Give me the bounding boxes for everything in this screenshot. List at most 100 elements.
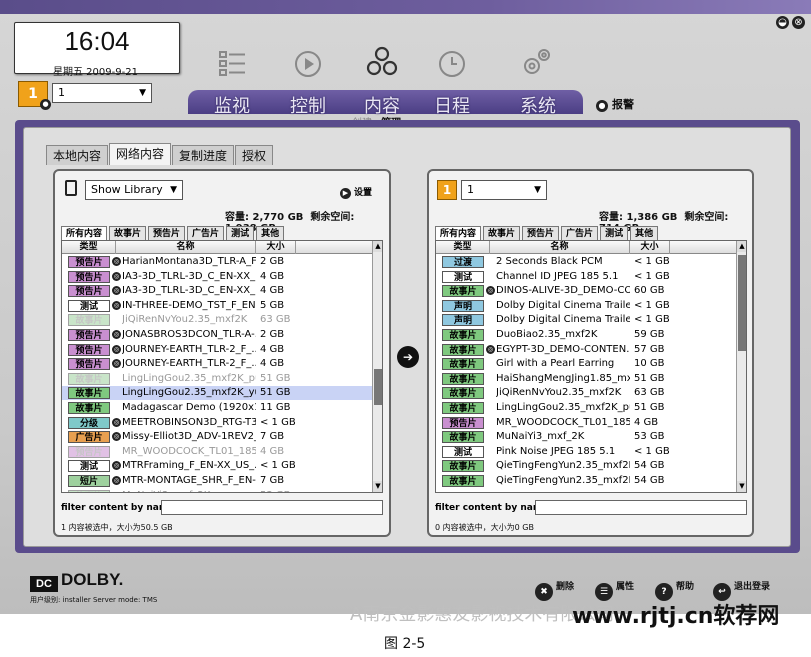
nav-tab-schedule[interactable]: 日程 xyxy=(434,92,470,118)
window-controls: ◒ ⊗ xyxy=(776,16,805,29)
col-type[interactable]: 类型 xyxy=(436,241,490,254)
nav-tab-control[interactable]: 控制 xyxy=(290,92,326,118)
theatre-number-badge[interactable]: 1 ● xyxy=(18,81,51,110)
list-item[interactable]: 过渡 2 Seconds Black PCM < 1 GB xyxy=(436,255,736,269)
scroll-down-icon[interactable]: ▼ xyxy=(737,481,746,492)
left-content-list[interactable]: 类型 名称 大小 ▲ ▼ 预告片 ◎ HarianMontana3D_TLR-A_F… xyxy=(61,240,383,493)
tab-license[interactable]: 授权 xyxy=(235,145,274,165)
list-item[interactable]: 测试 ◎ MTRFraming_F_EN-XX_US_... < 1 GB xyxy=(62,459,372,473)
left-subtab-trailer[interactable]: 预告片 xyxy=(148,226,186,240)
right-subtab-all[interactable]: 所有内容 xyxy=(435,226,482,240)
list-item[interactable]: 预告片 MR_WOODCOCK_TL01_185... 4 GB xyxy=(62,445,372,459)
list-item[interactable]: 故事片 DuoBiao2.35_mxf2K 59 GB xyxy=(436,328,736,342)
right-theatre-panel: 1 1 ▼ 容量: 1,386 GB 剩余空间: 714 GB 所有内容 故事片… xyxy=(427,169,754,537)
list-item[interactable]: 故事片 Madagascar Demo (1920x10... 11 GB xyxy=(62,401,372,415)
library-select[interactable]: Show Library ▼ xyxy=(85,180,183,200)
copy-arrow-button[interactable]: ➔ xyxy=(397,346,419,368)
help-label: 帮助 xyxy=(676,582,695,592)
col-type[interactable]: 类型 xyxy=(62,241,116,254)
list-item[interactable]: 广告片 ◎ Missy-Elliot3D_ADV-1REV2_... 7 GB xyxy=(62,430,372,444)
list-item[interactable]: 故事片 LingLingGou2.35_mxf2K_put... 51 GB xyxy=(62,372,372,386)
left-filter-input[interactable] xyxy=(161,500,383,515)
tab-network-content[interactable]: 网络内容 xyxy=(109,143,172,165)
list-item[interactable]: 故事片 QieTingFengYun2.35_mxf2K... 54 GB xyxy=(436,459,736,473)
scroll-down-icon[interactable]: ▼ xyxy=(373,481,382,492)
delete-button[interactable]: ✖ 删除 xyxy=(535,579,574,601)
scroll-up-icon[interactable]: ▲ xyxy=(373,241,382,252)
close-icon[interactable]: ⊗ xyxy=(792,16,805,29)
scroll-up-icon[interactable]: ▲ xyxy=(737,241,746,252)
nav-tab-monitor[interactable]: 监视 xyxy=(214,92,250,118)
list-item[interactable]: 故事片 MuNaiYi3_mxf_2K 53 GB xyxy=(436,430,736,444)
tab-local-content[interactable]: 本地内容 xyxy=(46,145,109,165)
content-reels-icon[interactable] xyxy=(364,44,400,80)
right-filter-input[interactable] xyxy=(535,500,747,515)
theatre-select[interactable]: 1 ▼ xyxy=(52,83,152,103)
list-item[interactable]: 预告片 MR_WOODCOCK_TL01_185... 4 GB xyxy=(436,416,736,430)
right-subtab-test[interactable]: 测试 xyxy=(600,226,629,240)
content-size: 2 GB xyxy=(260,256,285,267)
list-item[interactable]: 故事片 ◎ EGYPT-3D_DEMO-CONTEN... 57 GB xyxy=(436,343,736,357)
list-item[interactable]: 声明 Dolby Digital Cinema Trailer ... < 1 GB xyxy=(436,299,736,313)
list-item[interactable]: 短片 ◎ MTR-MONTAGE_SHR_F_EN-... 7 GB xyxy=(62,474,372,488)
left-subtab-all[interactable]: 所有内容 xyxy=(61,226,108,240)
right-subtab-trailer[interactable]: 预告片 xyxy=(522,226,560,240)
list-item[interactable]: 预告片 ◎ JONASBROS3DCON_TLR-A-... 2 GB xyxy=(62,328,372,342)
content-type-badge: 分级 xyxy=(68,416,110,429)
right-content-list[interactable]: 类型 名称 大小 ▲ ▼ 过渡 2 Seconds Black PCM < 1 GB… xyxy=(435,240,747,493)
list-item[interactable]: 故事片 LingLingGou2.35_mxf2K_put... 51 GB xyxy=(436,401,736,415)
right-theatre-badge[interactable]: 1 xyxy=(437,180,457,200)
col-name[interactable]: 名称 xyxy=(490,241,630,254)
theatre-number: 1 xyxy=(28,86,38,102)
list-item[interactable]: 故事片 Girl with a Pearl Earring 10 GB xyxy=(436,357,736,371)
content-name: JOURNEY-EARTH_TLR-2_F_... xyxy=(122,358,256,370)
left-subtab-other[interactable]: 其他 xyxy=(256,226,285,240)
alarm-button[interactable]: ● 报警 xyxy=(596,96,634,112)
right-subtab-feature[interactable]: 故事片 xyxy=(483,226,521,240)
system-gears-icon[interactable] xyxy=(518,44,554,80)
content-size: < 1 GB xyxy=(634,270,670,282)
tab-copy-progress[interactable]: 复制进度 xyxy=(172,145,235,165)
right-scroll-thumb[interactable] xyxy=(738,255,746,351)
right-theatre-select[interactable]: 1 ▼ xyxy=(461,180,547,200)
list-item[interactable]: 测试 Pink Noise JPEG 185 5.1 < 1 GB xyxy=(436,445,736,459)
content-size: 53 GB xyxy=(260,489,291,492)
content-type-badge: 预告片 xyxy=(68,343,110,356)
list-item[interactable]: 故事片 ◎ DINOS-ALIVE-3D_DEMO-CO... 60 GB xyxy=(436,284,736,298)
content-size: 59 GB xyxy=(634,329,665,340)
nav-tab-system[interactable]: 系统 xyxy=(520,92,556,118)
content-name: MR_WOODCOCK_TL01_185... xyxy=(496,416,630,428)
list-item[interactable]: 预告片 ◎ IA3-3D_TLRL-3D_C_EN-XX_... 4 GB xyxy=(62,284,372,298)
col-size[interactable]: 大小 xyxy=(630,241,670,254)
left-subtab-ad[interactable]: 广告片 xyxy=(187,226,225,240)
left-subtab-feature[interactable]: 故事片 xyxy=(109,226,147,240)
theatre-select-value: 1 xyxy=(58,86,65,99)
list-item[interactable]: 故事片 HaiShangMengJing1.85_mxf... 51 GB xyxy=(436,372,736,386)
left-scrollbar[interactable]: ▲ ▼ xyxy=(372,241,382,492)
col-name[interactable]: 名称 xyxy=(116,241,256,254)
col-size[interactable]: 大小 xyxy=(256,241,296,254)
list-item[interactable]: 预告片 ◎ JOURNEY-EARTH_TLR-2_F_... 4 GB xyxy=(62,343,372,357)
list-item[interactable]: 测试 Channel ID JPEG 185 5.1 < 1 GB xyxy=(436,270,736,284)
right-scrollbar[interactable]: ▲ ▼ xyxy=(736,241,746,492)
list-item[interactable]: 故事片 QieTingFengYun2.35_mxf2K... 54 GB xyxy=(436,474,736,488)
play-control-icon[interactable] xyxy=(290,46,326,82)
left-scroll-thumb[interactable] xyxy=(374,369,382,405)
list-item[interactable]: 声明 Dolby Digital Cinema Trailer ... < 1 GB xyxy=(436,313,736,327)
list-item[interactable]: 预告片 ◎ JOURNEY-EARTH_TLR-2_F_... 4 GB xyxy=(62,357,372,371)
right-subtab-ad[interactable]: 广告片 xyxy=(561,226,599,240)
monitor-list-icon[interactable] xyxy=(214,46,250,82)
list-item[interactable]: 故事片 JiQiRenNvYou2.35_mxf2K 63 GB xyxy=(62,313,372,327)
list-item[interactable]: 故事片 JiQiRenNvYou2.35_mxf2K 63 GB xyxy=(436,386,736,400)
left-subtab-test[interactable]: 测试 xyxy=(226,226,255,240)
right-subtab-other[interactable]: 其他 xyxy=(630,226,659,240)
minimize-icon[interactable]: ◒ xyxy=(776,16,789,29)
settings-button[interactable]: ▶ 设置 xyxy=(340,185,372,199)
list-item[interactable]: 预告片 ◎ HarianMontana3D_TLR-A_F... 2 GB xyxy=(62,255,372,269)
list-item[interactable]: 测试 ◎ IN-THREE-DEMO_TST_F_EN... 5 GB xyxy=(62,299,372,313)
list-item[interactable]: 故事片 LingLingGou2.35_mxf2K_yue... 51 GB xyxy=(62,386,372,401)
list-item[interactable]: 预告片 ◎ IA3-3D_TLRL-3D_C_EN-XX_... 4 GB xyxy=(62,270,372,284)
list-item[interactable]: 分级 ◎ MEETROBINSON3D_RTG-T3... < 1 GB xyxy=(62,416,372,430)
schedule-clock-icon[interactable] xyxy=(434,46,470,82)
list-item[interactable]: 故事片 MuNaiYi3_mxf_2K 53 GB xyxy=(62,489,372,492)
